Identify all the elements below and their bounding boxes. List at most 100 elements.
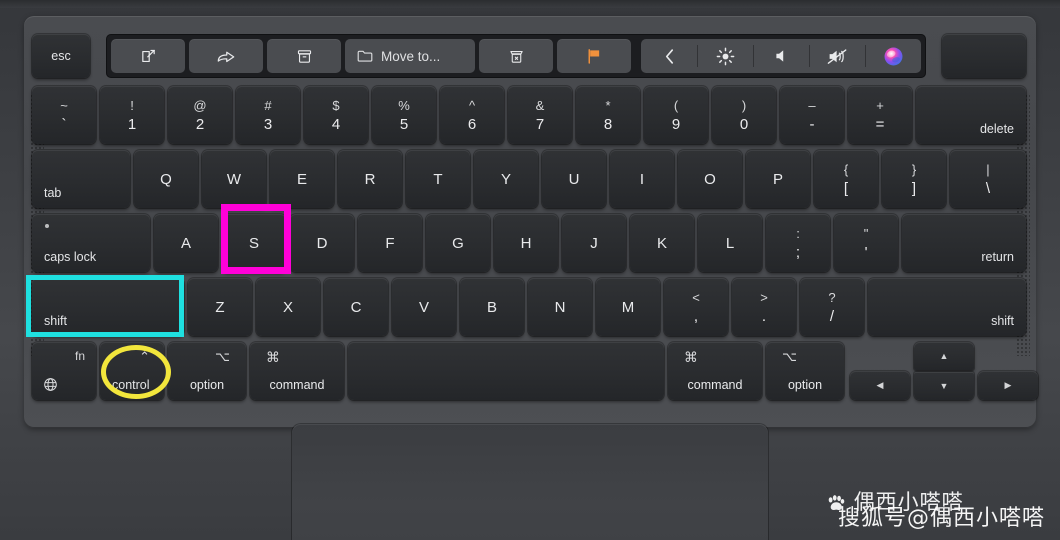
key-5-top: % [398, 97, 410, 113]
trackpad[interactable] [292, 424, 768, 540]
key-arrow-right[interactable]: ▶ [978, 371, 1038, 400]
key-command-right[interactable]: ⌘ command [668, 342, 762, 400]
key-t[interactable]: T [406, 150, 470, 208]
key-q[interactable]: Q [134, 150, 198, 208]
key-arrow-down[interactable]: ▼ [914, 372, 974, 400]
key-y-label: Y [500, 170, 511, 188]
mute-icon [827, 48, 848, 65]
key-p[interactable]: P [746, 150, 810, 208]
touch-bar[interactable]: Move to... [106, 34, 926, 78]
key-touch-id[interactable] [942, 34, 1026, 78]
key-2[interactable]: @ 2 [168, 86, 232, 144]
key-6[interactable]: ^ 6 [440, 86, 504, 144]
key-command-right-symbol: ⌘ [684, 349, 698, 365]
touchbar-mute-button[interactable] [809, 39, 865, 73]
key-shift-left[interactable]: shift [32, 278, 184, 336]
key-tab[interactable]: tab [32, 150, 130, 208]
touchbar-expand-button[interactable] [641, 39, 697, 73]
key-backslash-bottom: \ [985, 179, 991, 197]
key-backslash[interactable]: | \ [950, 150, 1026, 208]
key-9[interactable]: ( 9 [644, 86, 708, 144]
key-equal[interactable]: + = [848, 86, 912, 144]
key-bracket-left-top: { [843, 161, 849, 177]
key-period[interactable]: > . [732, 278, 796, 336]
key-bracket-left[interactable]: { [ [814, 150, 878, 208]
key-minus[interactable]: – - [780, 86, 844, 144]
key-d[interactable]: D [290, 214, 354, 272]
touchbar-brightness-button[interactable] [697, 39, 753, 73]
key-j[interactable]: J [562, 214, 626, 272]
key-o[interactable]: O [678, 150, 742, 208]
brightness-icon [716, 47, 735, 66]
key-tilde[interactable]: ~ ` [32, 86, 96, 144]
touchbar-volume-button[interactable] [753, 39, 809, 73]
key-n[interactable]: N [528, 278, 592, 336]
key-z[interactable]: Z [188, 278, 252, 336]
touchbar-siri-button[interactable] [865, 39, 921, 73]
key-arrow-right-label: ▶ [1004, 380, 1012, 390]
folder-icon [357, 49, 373, 63]
key-return[interactable]: return [902, 214, 1026, 272]
key-a[interactable]: A [154, 214, 218, 272]
key-slash[interactable]: ? / [800, 278, 864, 336]
key-control[interactable]: ⌃ control [100, 342, 164, 400]
key-g[interactable]: G [426, 214, 490, 272]
key-e[interactable]: E [270, 150, 334, 208]
key-l-label: L [725, 234, 735, 252]
key-1[interactable]: ! 1 [100, 86, 164, 144]
touchbar-compose-button[interactable] [111, 39, 185, 73]
key-0[interactable]: ) 0 [712, 86, 776, 144]
key-option-left[interactable]: ⌥ option [168, 342, 246, 400]
key-space[interactable] [348, 342, 664, 400]
key-minus-bottom: - [809, 115, 815, 133]
key-f[interactable]: F [358, 214, 422, 272]
key-i[interactable]: I [610, 150, 674, 208]
key-4[interactable]: $ 4 [304, 86, 368, 144]
caps-lock-indicator-icon [45, 224, 49, 228]
touchbar-reply-button[interactable] [189, 39, 263, 73]
key-k[interactable]: K [630, 214, 694, 272]
key-option-right[interactable]: ⌥ option [766, 342, 844, 400]
key-c[interactable]: C [324, 278, 388, 336]
key-n-label: N [554, 298, 566, 316]
key-h[interactable]: H [494, 214, 558, 272]
key-5[interactable]: % 5 [372, 86, 436, 144]
key-bracket-right[interactable]: } ] [882, 150, 946, 208]
touchbar-control-strip[interactable] [641, 39, 921, 73]
key-4-top: $ [332, 97, 340, 113]
key-arrow-left-label: ◀ [876, 380, 884, 390]
key-r[interactable]: R [338, 150, 402, 208]
key-x[interactable]: X [256, 278, 320, 336]
key-v[interactable]: V [392, 278, 456, 336]
key-l[interactable]: L [698, 214, 762, 272]
key-7[interactable]: & 7 [508, 86, 572, 144]
key-u[interactable]: U [542, 150, 606, 208]
key-w[interactable]: W [202, 150, 266, 208]
key-1-top: ! [130, 97, 134, 113]
key-delete[interactable]: delete [916, 86, 1026, 144]
key-caps-lock[interactable]: caps lock [32, 214, 150, 272]
key-s[interactable]: S [222, 214, 286, 272]
key-b-label: B [486, 298, 497, 316]
key-comma[interactable]: < , [664, 278, 728, 336]
key-semicolon[interactable]: : ; [766, 214, 830, 272]
key-y[interactable]: Y [474, 150, 538, 208]
touchbar-flag-button[interactable] [557, 39, 631, 73]
key-d-label: D [316, 234, 328, 252]
key-arrow-left[interactable]: ◀ [850, 371, 910, 400]
key-8[interactable]: * 8 [576, 86, 640, 144]
key-arrow-up[interactable]: ▲ [914, 342, 974, 370]
key-m[interactable]: M [596, 278, 660, 336]
key-bracket-right-top: } [911, 161, 917, 177]
key-command-left[interactable]: ⌘ command [250, 342, 344, 400]
touchbar-move-to-button[interactable]: Move to... [345, 39, 475, 73]
key-3[interactable]: # 3 [236, 86, 300, 144]
touchbar-delete-button[interactable] [479, 39, 553, 73]
key-shift-right[interactable]: shift [868, 278, 1026, 336]
touchbar-archive-button[interactable] [267, 39, 341, 73]
key-3-bottom: 3 [263, 115, 273, 133]
key-esc[interactable]: esc [32, 34, 90, 78]
key-quote[interactable]: " ' [834, 214, 898, 272]
key-fn[interactable]: fn [32, 342, 96, 400]
key-b[interactable]: B [460, 278, 524, 336]
